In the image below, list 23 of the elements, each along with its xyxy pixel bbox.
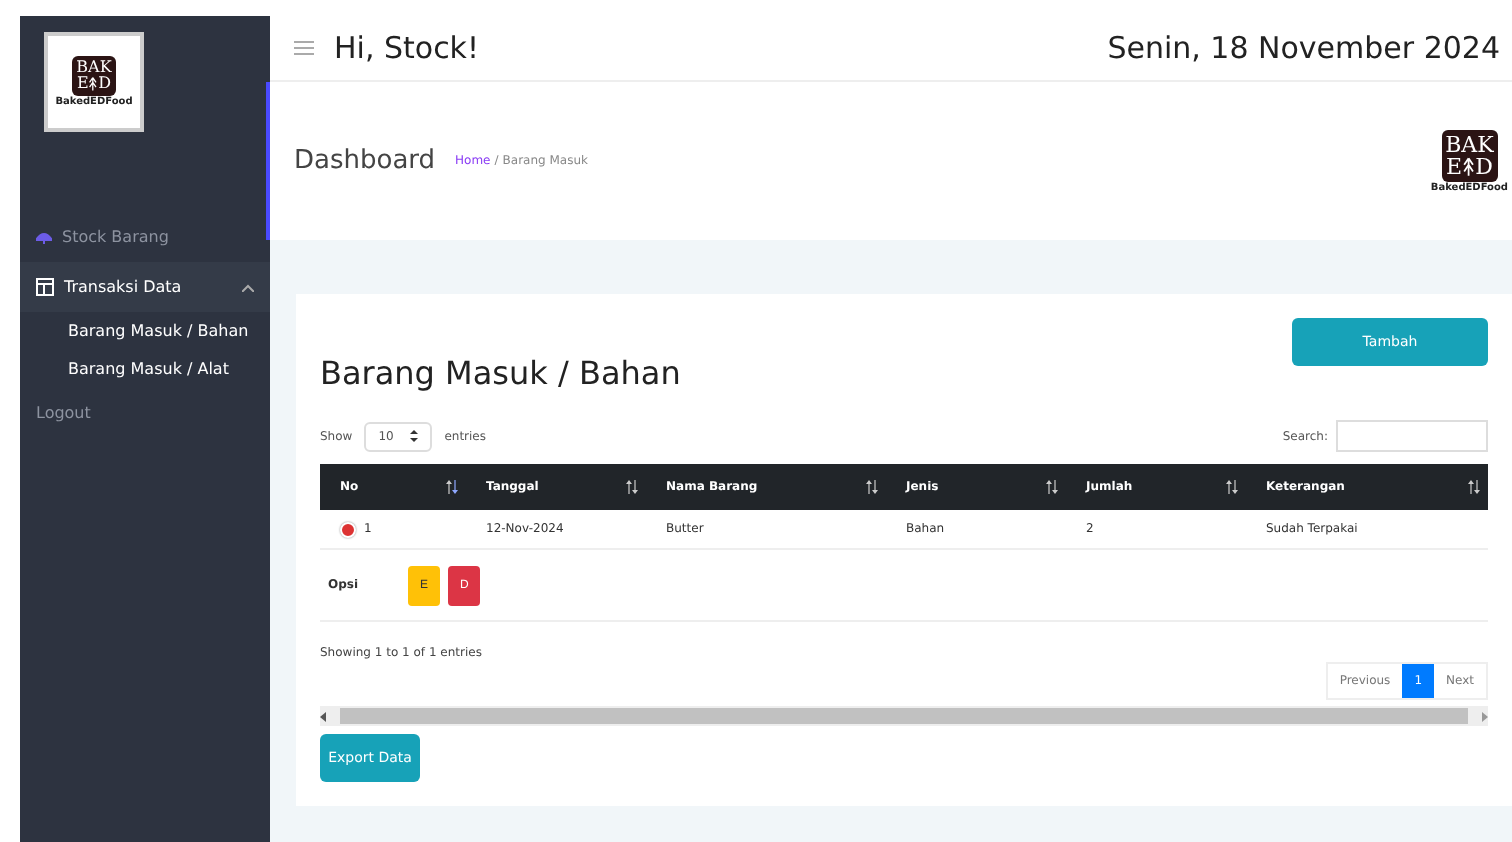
sort-icon[interactable] (866, 480, 878, 494)
nav-item[interactable]: Logout (20, 388, 270, 438)
nav-item[interactable]: Transaksi Data (20, 262, 270, 312)
date-text: Senin, 18 November 2024 (1107, 30, 1500, 67)
sort-icon[interactable] (1468, 480, 1480, 494)
umbrella-icon (36, 231, 52, 243)
table-icon (36, 278, 54, 296)
scroll-left-icon[interactable] (320, 711, 328, 721)
sort-icon[interactable] (626, 480, 638, 494)
nav-subitem[interactable]: Barang Masuk / Bahan (20, 312, 270, 350)
sort-icon[interactable] (1226, 480, 1238, 494)
scrollbar[interactable] (320, 706, 1488, 726)
card-title: Barang Masuk / Bahan (320, 354, 681, 392)
nav-subitem[interactable]: Barang Masuk / Alat (20, 350, 270, 388)
expand-toggle-icon[interactable] (340, 521, 356, 537)
sort-icon[interactable] (446, 480, 458, 494)
chevron-icon[interactable] (242, 283, 254, 291)
sort-icon[interactable] (1046, 480, 1058, 494)
nav-item[interactable]: Stock Barang (20, 212, 270, 262)
greeting: Hi, Stock! (334, 30, 480, 67)
search-field[interactable] (1336, 420, 1488, 452)
sort-arrows-icon (410, 429, 419, 441)
page-title: Dashboard (294, 146, 436, 177)
